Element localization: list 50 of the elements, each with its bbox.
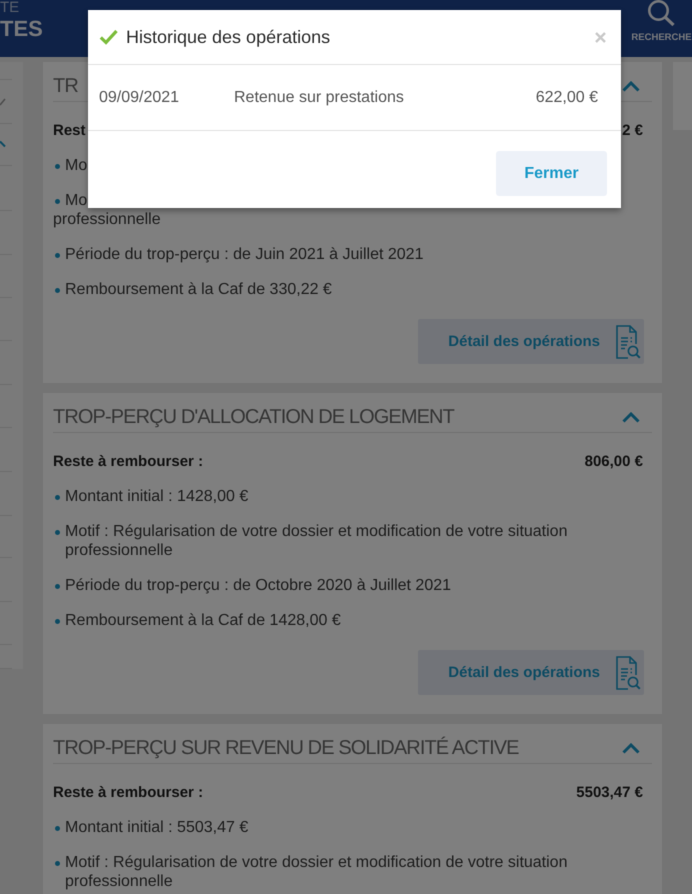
search-button[interactable]: RECHERCHE: [631, 0, 692, 44]
bullet-icon: [55, 619, 60, 624]
card-title: TR: [53, 74, 78, 98]
brand-text: TES: [0, 18, 43, 40]
bullet-icon: [55, 164, 60, 169]
brand-text: TE: [0, 0, 20, 16]
detail-text: Remboursement à la Caf de 330,22 €: [65, 280, 332, 299]
search-icon: [646, 0, 677, 26]
detail-text: Mo: [65, 191, 88, 210]
operation-amount: 622,00 €: [536, 88, 598, 106]
operation-date: 09/09/2021: [99, 88, 180, 106]
balance-label: Rest: [53, 121, 86, 140]
close-icon[interactable]: [595, 32, 606, 42]
operation-label: Retenue sur prestations: [234, 88, 404, 106]
detail-text: Mo: [65, 156, 88, 175]
detail-text: Motif : Régularisation de votre dossier et modification de votre situation professionnelle: [65, 853, 568, 891]
chevron-icon[interactable]: [0, 140, 6, 149]
bullet-icon: [55, 199, 60, 204]
bullet-icon: [55, 530, 60, 535]
detail-text: professionnelle: [53, 210, 161, 229]
card-title: TROP-PERÇU SUR REVENU DE SOLIDARITÉ ACTIVE: [53, 736, 519, 760]
details-button[interactable]: Détail des opérations: [418, 319, 644, 364]
balance-amount: 5503,47 €: [576, 783, 643, 802]
detail-text: Période du trop-perçu : de Octobre 2020 à Juillet 2021: [65, 576, 452, 595]
details-button[interactable]: Détail des opérations: [418, 650, 644, 695]
check-icon: [99, 29, 118, 45]
bullet-icon: [55, 253, 60, 258]
bullet-icon: [55, 584, 60, 589]
chevron-up-icon[interactable]: [622, 412, 640, 422]
chevron-up-icon[interactable]: [622, 742, 640, 754]
detail-text: Remboursement à la Caf de 1428,00 €: [65, 611, 341, 630]
bullet-icon: [55, 826, 60, 831]
bullet-icon: [55, 288, 60, 293]
bullet-icon: [55, 495, 60, 500]
balance-label: Reste à rembourser :: [53, 783, 204, 802]
close-button[interactable]: Fermer: [496, 151, 607, 196]
document-search-icon: [615, 324, 641, 360]
balance-amount: 2 €: [622, 121, 643, 140]
dialog-title: Historique des opérations: [126, 26, 332, 48]
balance-label: Reste à rembourser :: [53, 452, 204, 471]
detail-text: Période du trop-perçu : de Juin 2021 à Juillet 2021: [65, 245, 424, 264]
detail-text: Montant initial : 1428,00 €: [65, 487, 248, 506]
balance-amount: 806,00 €: [584, 452, 643, 471]
chevron-up-icon[interactable]: [622, 80, 640, 92]
detail-text: Montant initial : 5503,47 €: [65, 818, 248, 837]
detail-text: Motif : Régularisation de votre dossier et modification de votre situation professionnelle: [65, 522, 568, 560]
bullet-icon: [55, 861, 60, 866]
document-search-icon: [615, 654, 641, 690]
card-title: TROP-PERÇU D'ALLOCATION DE LOGEMENT: [53, 405, 454, 429]
chevron-icon[interactable]: [0, 97, 6, 106]
